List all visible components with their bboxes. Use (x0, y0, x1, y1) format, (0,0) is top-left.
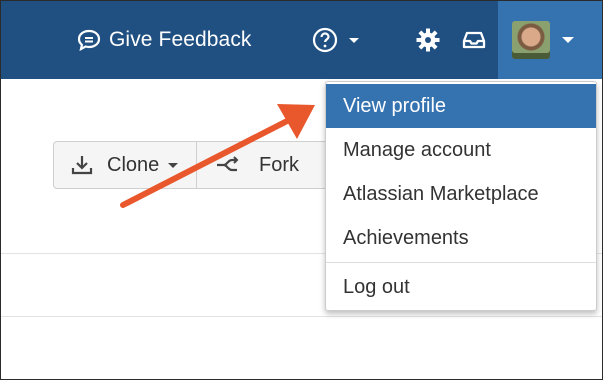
menu-item-label: Achievements (343, 226, 469, 249)
give-feedback-link[interactable]: Give Feedback (77, 1, 252, 79)
clone-label: Clone (107, 153, 160, 176)
user-avatar (512, 21, 550, 59)
repository-actions-group: Clone Fork (53, 141, 343, 189)
settings-button[interactable] (415, 1, 441, 79)
menu-item-label: View profile (343, 94, 447, 117)
top-navigation-bar: Give Feedback (1, 1, 602, 79)
menu-item-achievements[interactable]: Achievements (326, 216, 596, 260)
menu-item-label: Log out (343, 275, 410, 298)
chevron-down-icon (168, 163, 179, 168)
question-circle-icon (312, 27, 338, 53)
menu-item-view-profile[interactable]: View profile (326, 84, 596, 128)
menu-item-label: Manage account (343, 138, 491, 161)
chevron-down-icon (349, 38, 359, 43)
menu-item-atlassian-marketplace[interactable]: Atlassian Marketplace (326, 172, 596, 216)
download-icon (71, 156, 93, 175)
menu-divider (326, 262, 596, 263)
clone-button[interactable]: Clone (54, 142, 197, 188)
help-menu-button[interactable] (312, 1, 361, 79)
fork-label: Fork (259, 153, 299, 176)
menu-item-log-out[interactable]: Log out (326, 265, 596, 309)
profile-dropdown-menu: View profile Manage account Atlassian Ma… (325, 81, 597, 311)
fork-icon (217, 156, 239, 172)
give-feedback-label: Give Feedback (109, 28, 252, 51)
menu-item-label: Atlassian Marketplace (343, 182, 539, 205)
screenshot-frame: Give Feedback Clone Fork View profile Ma… (0, 0, 603, 380)
user-profile-menu-button[interactable] (498, 1, 602, 79)
speech-bubble-icon (77, 29, 101, 51)
inbox-button[interactable] (462, 1, 486, 79)
chevron-down-icon (562, 37, 574, 43)
content-divider (1, 316, 602, 317)
fork-button[interactable]: Fork (197, 142, 299, 188)
menu-item-manage-account[interactable]: Manage account (326, 128, 596, 172)
gear-icon (416, 28, 440, 52)
inbox-icon (462, 31, 486, 49)
